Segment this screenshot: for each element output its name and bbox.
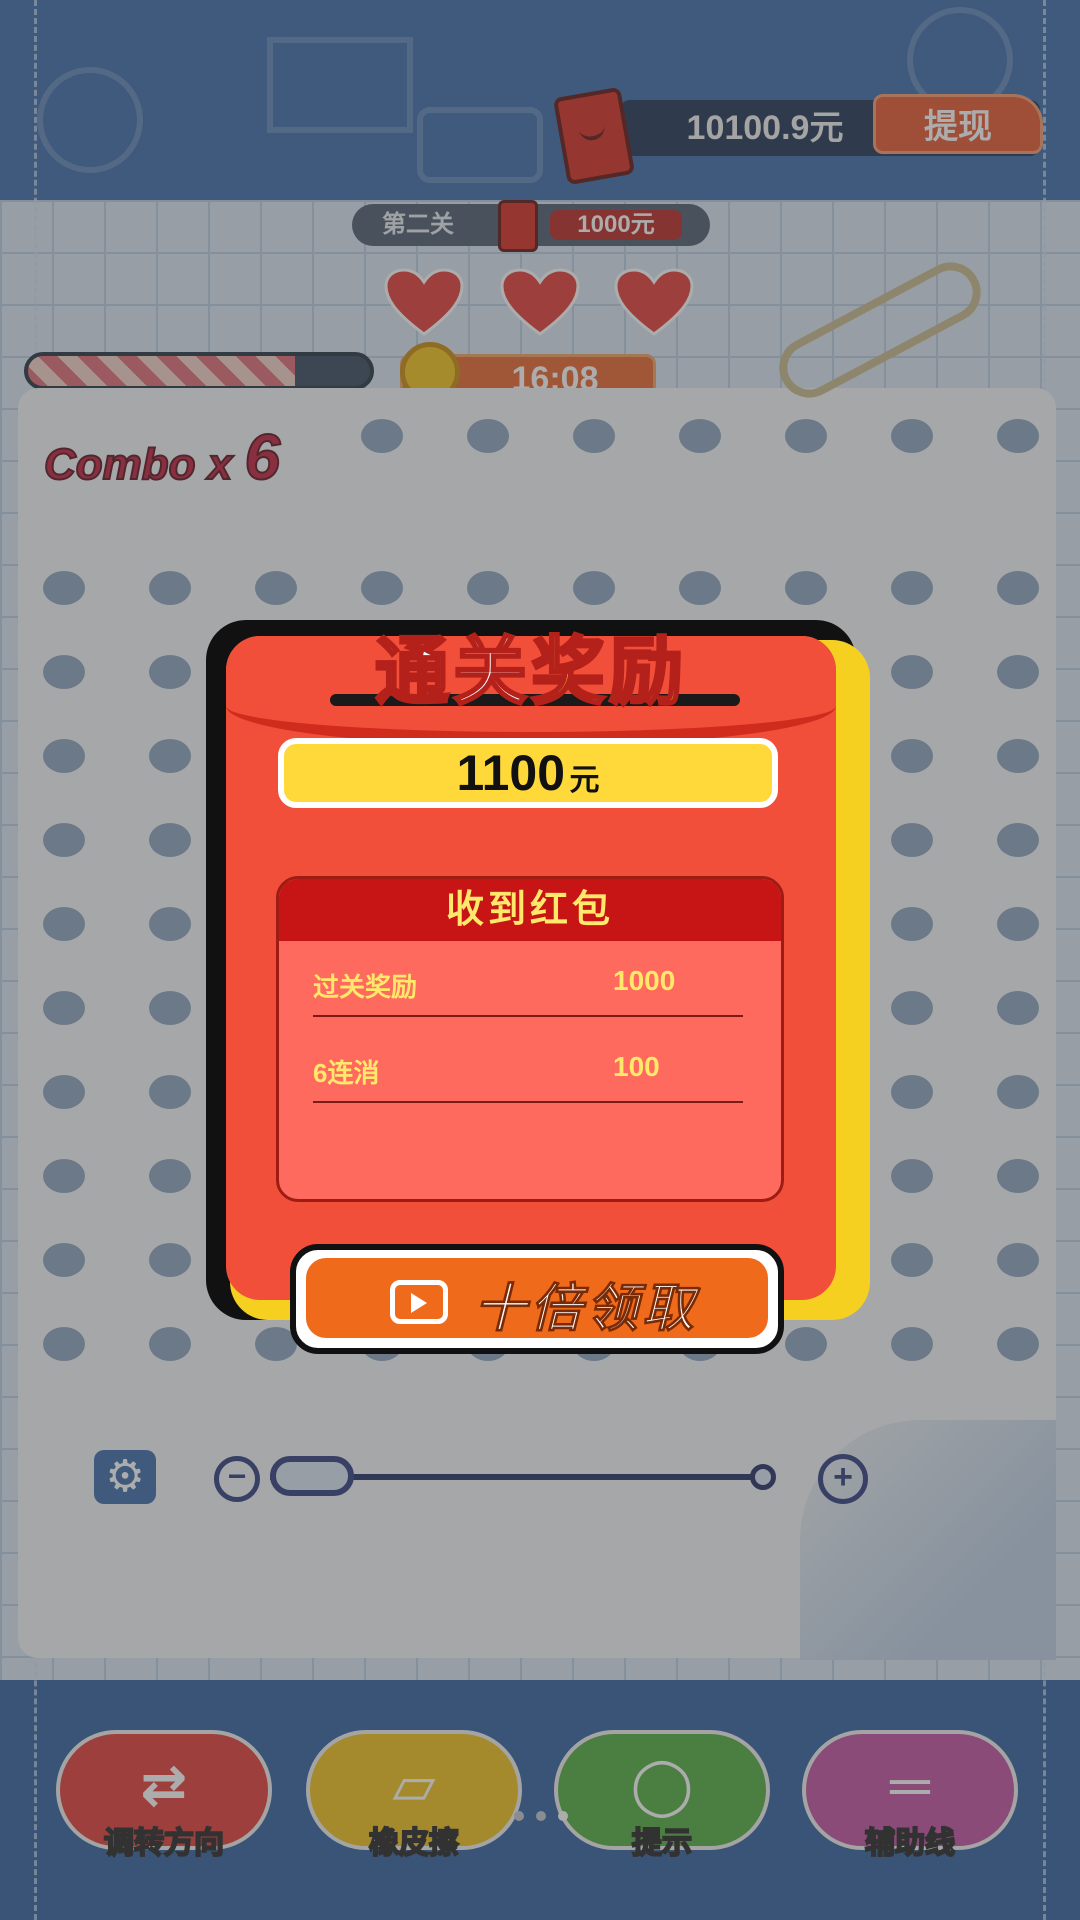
reward-amount: 1100 bbox=[456, 745, 566, 801]
claim-button-face: 十倍领取 bbox=[306, 1258, 768, 1339]
detail-row-value: 100 bbox=[613, 1051, 660, 1082]
claim-button-label: 十倍领取 bbox=[473, 1280, 699, 1339]
reward-unit: 元 bbox=[569, 764, 600, 797]
detail-row-label: 6连消 bbox=[313, 1058, 380, 1088]
modal-title-part1: 通关 bbox=[374, 629, 531, 715]
detail-row-value: 1000 bbox=[613, 965, 676, 996]
detail-row: 6连消 100 bbox=[313, 1045, 743, 1103]
reward-amount-box: 1100 元 bbox=[278, 738, 778, 808]
video-play-icon bbox=[390, 1280, 448, 1324]
detail-row: 过关奖励 1000 bbox=[313, 959, 743, 1017]
detail-panel-title: 收到红包 bbox=[279, 879, 781, 941]
reward-detail-panel: 收到红包 过关奖励 1000 6连消 100 bbox=[276, 876, 784, 1202]
detail-row-label: 过关奖励 bbox=[313, 972, 418, 1002]
modal-title: 通关奖励 bbox=[226, 612, 836, 719]
modal-title-part2: 奖励 bbox=[530, 629, 687, 715]
claim-ten-times-button[interactable]: 十倍领取 bbox=[290, 1244, 784, 1354]
